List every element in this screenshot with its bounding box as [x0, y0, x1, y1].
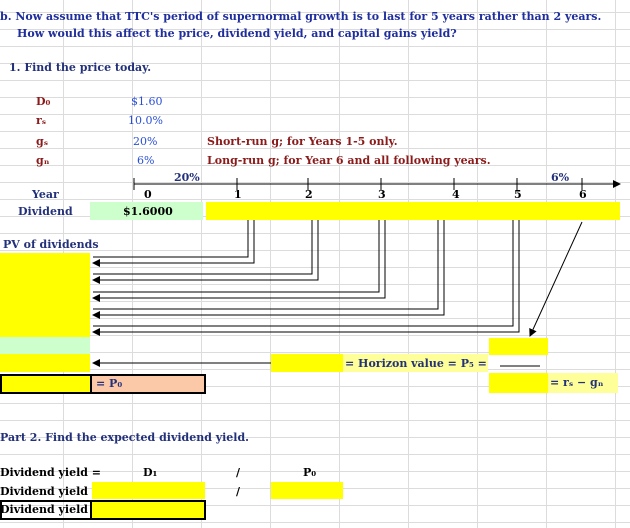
timeline-arrows [92, 178, 621, 367]
pv-arrow-year-4-inner [93, 220, 439, 310]
pv-arrow-year-1-inner [93, 220, 249, 258]
pv-arrow-year-4 [92, 220, 445, 319]
pv-arrow-year-3-inner [93, 220, 380, 293]
pv-arrow-year-2 [92, 220, 319, 284]
pv-arrow-year-2-inner [93, 220, 313, 275]
pv-arrow-year-3 [92, 220, 386, 302]
year-6-to-p5-arrow [529, 221, 583, 337]
pv-arrow-year-5-inner [93, 220, 514, 327]
